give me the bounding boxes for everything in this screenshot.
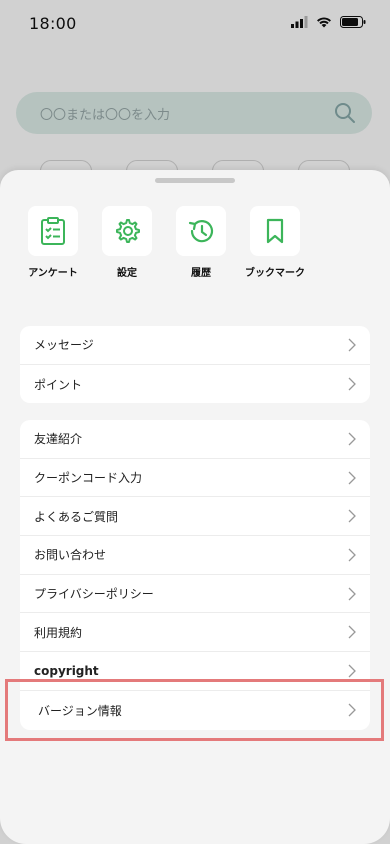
chevron-right-icon	[348, 625, 356, 639]
history-icon	[188, 220, 214, 243]
menu-item-privacy-policy[interactable]: プライバシーポリシー	[20, 575, 370, 614]
sheet-drag-handle[interactable]	[155, 178, 235, 183]
menu-item-label: よくあるご質問	[34, 509, 119, 524]
menu-item-label: バージョン情報	[38, 703, 122, 718]
menu-item-label: お問い合わせ	[34, 548, 107, 563]
menu-group-1: メッセージ ポイント	[20, 326, 370, 404]
quick-action-label: 設定	[117, 268, 137, 279]
chevron-right-icon	[348, 548, 356, 562]
menu-item-label: クーポンコード入力	[34, 471, 143, 486]
quick-tile	[28, 206, 78, 256]
quick-tile	[102, 206, 152, 256]
quick-tile	[250, 206, 300, 256]
chevron-right-icon	[348, 377, 356, 391]
menu-item-faq[interactable]: よくあるご質問	[20, 497, 370, 537]
gear-icon	[116, 219, 140, 243]
chevron-right-icon	[348, 587, 356, 601]
menu-item-points[interactable]: ポイント	[20, 365, 370, 404]
chevron-right-icon	[348, 338, 356, 352]
chevron-right-icon	[348, 432, 356, 446]
quick-actions: アンケート 設定 履歴 ブックマーク	[16, 206, 312, 279]
menu-item-label: 利用規約	[34, 625, 83, 640]
menu-group-2: 友達紹介 クーポンコード入力 よくあるご質問 お問い合わせ プライバシーポリシー…	[20, 420, 370, 730]
menu-item-copyright[interactable]: copyright	[20, 652, 370, 691]
menu-item-label: copyright	[34, 663, 99, 678]
menu-item-label: ポイント	[34, 377, 83, 392]
chevron-right-icon	[348, 703, 356, 717]
menu-item-terms[interactable]: 利用規約	[20, 613, 370, 653]
quick-action-bookmark[interactable]: ブックマーク	[238, 206, 312, 279]
quick-tile	[176, 206, 226, 256]
chevron-right-icon	[348, 664, 356, 678]
menu-item-label: メッセージ	[34, 338, 94, 353]
menu-item-label: プライバシーポリシー	[34, 587, 154, 602]
clipboard-check-icon	[41, 217, 65, 245]
menu-item-version-info[interactable]: バージョン情報	[20, 691, 370, 730]
chevron-right-icon	[348, 509, 356, 523]
menu-item-refer-friend[interactable]: 友達紹介	[20, 420, 370, 459]
menu-item-contact[interactable]: お問い合わせ	[20, 536, 370, 575]
menu-item-label: 友達紹介	[34, 432, 83, 447]
bookmark-icon	[266, 218, 284, 244]
bottom-sheet: アンケート 設定 履歴 ブックマーク メッセージ ポイント 友達紹介 クーポンコ…	[0, 170, 390, 844]
quick-action-label: 履歴	[191, 268, 211, 279]
quick-action-label: ブックマーク	[245, 268, 305, 279]
quick-action-survey[interactable]: アンケート	[16, 206, 90, 279]
menu-item-coupon-code[interactable]: クーポンコード入力	[20, 459, 370, 498]
quick-action-history[interactable]: 履歴	[164, 206, 238, 279]
quick-action-label: アンケート	[28, 268, 78, 279]
chevron-right-icon	[348, 471, 356, 485]
menu-item-message[interactable]: メッセージ	[20, 326, 370, 365]
quick-action-settings[interactable]: 設定	[90, 206, 164, 279]
